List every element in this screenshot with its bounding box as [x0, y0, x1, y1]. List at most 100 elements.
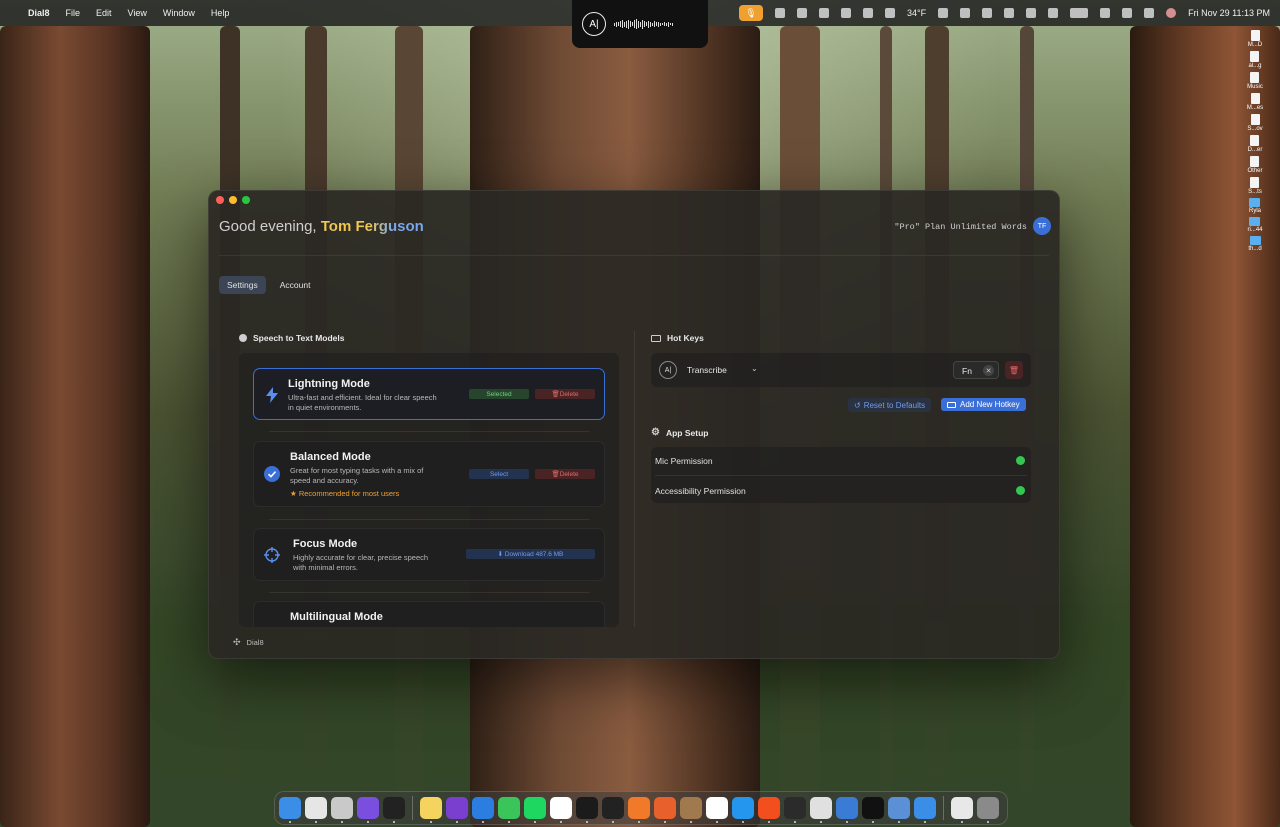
dock-app-icon[interactable] [732, 797, 754, 823]
model-selected-badge[interactable]: Selected [469, 389, 529, 399]
dock-app-icon[interactable] [550, 797, 572, 823]
dock-app-icon[interactable] [331, 797, 353, 823]
desktop-item[interactable]: D...er [1248, 135, 1262, 153]
model-select-button[interactable]: Select [469, 469, 529, 479]
dock-app-icon[interactable] [305, 797, 327, 823]
setup-item-mic[interactable]: Mic Permission [651, 447, 1031, 475]
model-card-multilingual[interactable]: Multilingual Mode [253, 601, 605, 627]
models-list[interactable]: Lightning Mode Ultra-fast and efficient.… [239, 353, 619, 627]
hotkey-key-chip[interactable]: Fn ✕ [953, 361, 999, 379]
user-name: Tom Ferguson [320, 218, 424, 235]
model-card-focus[interactable]: Focus Mode Highly accurate for clear, pr… [253, 528, 605, 581]
tab-bar: Settings Account [219, 276, 318, 294]
tab-settings[interactable]: Settings [219, 276, 266, 294]
avatar[interactable]: TF [1033, 217, 1051, 235]
cloud-icon[interactable] [819, 8, 830, 18]
desktop-item[interactable]: S...ov [1247, 114, 1263, 132]
desktop-item[interactable]: M...D [1248, 30, 1262, 48]
running-indicator [393, 821, 395, 823]
tab-account[interactable]: Account [272, 276, 319, 294]
clear-key-icon[interactable]: ✕ [983, 365, 994, 376]
play-icon[interactable] [1026, 8, 1037, 18]
siri-icon[interactable] [1166, 8, 1177, 18]
setup-item-accessibility[interactable]: Accessibility Permission [651, 477, 1031, 505]
microphone-status-icon[interactable]: 🎙 [739, 5, 764, 21]
dock-app-icon[interactable] [446, 797, 468, 823]
dock-app-icon[interactable] [977, 797, 999, 823]
dock-app-icon[interactable] [862, 797, 884, 823]
dock-app-icon[interactable] [602, 797, 624, 823]
greeting: Good evening, Tom Ferguson [219, 218, 424, 235]
dock-app-icon[interactable] [706, 797, 728, 823]
dock-app-icon[interactable] [810, 797, 832, 823]
model-delete-button[interactable]: 🗑 Delete [535, 389, 595, 399]
menu-clock[interactable]: Fri Nov 29 11:13 PM [1188, 8, 1270, 18]
desktop-item[interactable]: Music [1247, 72, 1263, 90]
dock-app-icon[interactable] [576, 797, 598, 823]
desktop-item[interactable]: ri...44 [1247, 217, 1263, 233]
zoom-button[interactable] [242, 196, 250, 204]
document-icon [1250, 177, 1260, 188]
car-icon[interactable] [1048, 8, 1059, 18]
model-download-button[interactable]: ⬇ Download 487.6 MB [466, 549, 595, 559]
add-new-hotkey-button[interactable]: Add New Hotkey [941, 398, 1026, 411]
desktop-item[interactable]: al...g [1248, 51, 1262, 69]
dock-app-icon[interactable] [420, 797, 442, 823]
trash-icon: 🗑 [1008, 365, 1020, 375]
dock-app-icon[interactable] [836, 797, 858, 823]
layers-icon[interactable] [982, 8, 993, 18]
dock-app-icon[interactable] [914, 797, 936, 823]
grid-icon[interactable] [960, 8, 971, 18]
menu-help[interactable]: Help [211, 8, 230, 18]
dock-app-icon[interactable] [472, 797, 494, 823]
dock-app-icon[interactable] [628, 797, 650, 823]
dock-app-icon[interactable] [357, 797, 379, 823]
running-indicator [638, 821, 640, 823]
aperture-icon[interactable] [885, 8, 896, 18]
clipboard-icon[interactable] [841, 8, 852, 18]
battery-icon[interactable] [1070, 8, 1089, 18]
desktop-item[interactable]: Other [1247, 156, 1263, 174]
feather-icon[interactable] [775, 8, 786, 18]
dock-app-icon[interactable] [524, 797, 546, 823]
sparkle-icon[interactable] [938, 8, 949, 18]
dial8-status-icon[interactable] [797, 8, 808, 18]
menu-file[interactable]: File [66, 8, 81, 18]
dock-app-icon[interactable] [654, 797, 676, 823]
desktop-item[interactable]: Ryla [1249, 198, 1261, 214]
weather-temperature[interactable]: 34°F [907, 8, 926, 18]
menu-window[interactable]: Window [163, 8, 195, 18]
dock-app-icon[interactable] [888, 797, 910, 823]
tree-trunk [0, 26, 150, 827]
desktop-item[interactable]: M...es [1247, 93, 1263, 111]
delete-hotkey-button[interactable]: 🗑 [1005, 361, 1023, 379]
reset-to-defaults-button[interactable]: ↺ Reset to Defaults [848, 398, 932, 412]
menu-view[interactable]: View [128, 8, 147, 18]
close-button[interactable] [216, 196, 224, 204]
minimize-button[interactable] [229, 196, 237, 204]
dock-app-icon[interactable] [951, 797, 973, 823]
running-indicator [482, 821, 484, 823]
model-card-balanced[interactable]: Balanced Mode Great for most typing task… [253, 441, 605, 507]
dock-app-icon[interactable] [498, 797, 520, 823]
chatgpt-icon[interactable] [863, 8, 874, 18]
dock-app-icon[interactable] [784, 797, 806, 823]
control-center-icon[interactable] [1144, 8, 1155, 18]
document-icon [1250, 51, 1260, 62]
dock-app-icon[interactable] [279, 797, 301, 823]
menu-edit[interactable]: Edit [96, 8, 112, 18]
chevron-down-icon[interactable]: ⌄ [751, 364, 758, 373]
desktop-item[interactable]: th...d [1248, 236, 1262, 252]
model-delete-button[interactable]: 🗑 Delete [535, 469, 595, 479]
model-card-lightning[interactable]: Lightning Mode Ultra-fast and efficient.… [253, 368, 605, 420]
dock-app-icon[interactable] [383, 797, 405, 823]
dock-app-icon[interactable] [680, 797, 702, 823]
desktop-item[interactable]: S...ts [1248, 177, 1262, 195]
wifi-icon[interactable] [1100, 8, 1111, 18]
search-icon[interactable] [1122, 8, 1133, 18]
hotkey-action-label[interactable]: Transcribe [687, 365, 727, 375]
history-icon[interactable] [1004, 8, 1015, 18]
dock-app-icon[interactable] [758, 797, 780, 823]
menu-app-name[interactable]: Dial8 [28, 8, 50, 18]
header-divider [219, 255, 1049, 256]
